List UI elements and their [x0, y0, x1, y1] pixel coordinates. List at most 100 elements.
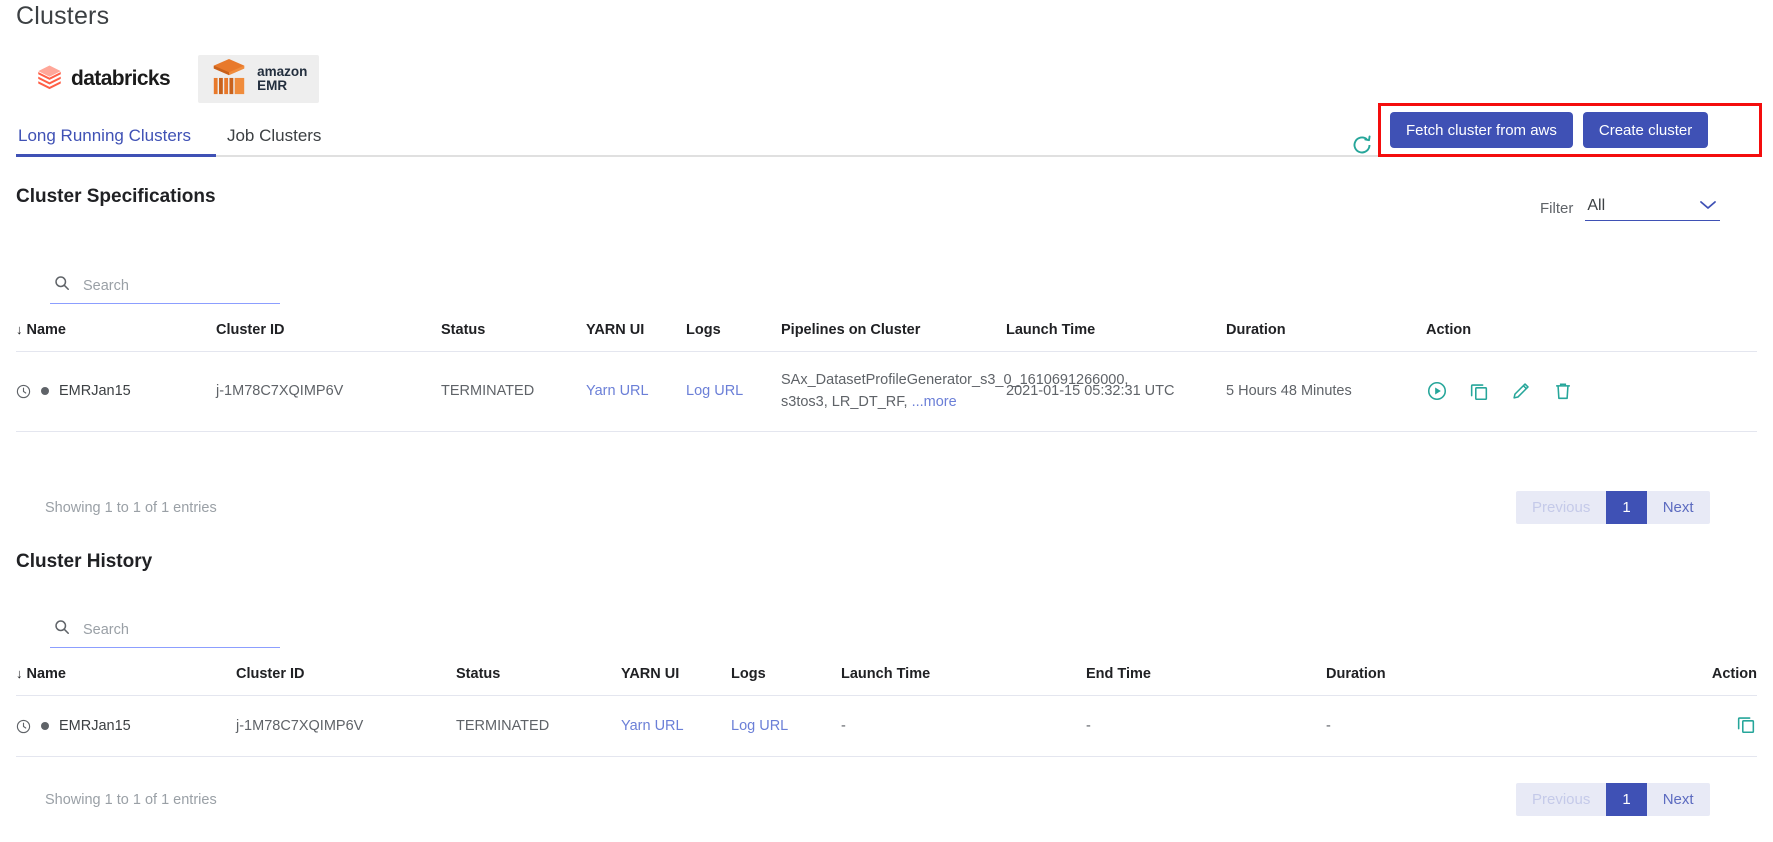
- filter-label: Filter: [1540, 199, 1574, 217]
- specifications-header-row: ↓ Name Cluster ID Status YARN UI Logs Pip…: [16, 322, 1757, 352]
- hcell-end-time: -: [1086, 718, 1091, 734]
- table-row: EMRJan15 j-1M78C7XQIMP6V TERMINATED Yarn…: [16, 696, 1757, 757]
- history-search[interactable]: [50, 616, 280, 648]
- hcol-logs[interactable]: Logs: [731, 666, 841, 696]
- col-action: Action: [1426, 322, 1472, 338]
- history-search-input[interactable]: [81, 620, 276, 639]
- hcol-cluster-id[interactable]: Cluster ID: [236, 666, 456, 696]
- tabs-divider: [16, 155, 1541, 157]
- hcell-launch-time: -: [841, 718, 846, 734]
- play-circle-icon[interactable]: [1426, 380, 1448, 402]
- pagination-page-1[interactable]: 1: [1606, 783, 1647, 816]
- hcol-yarn-ui[interactable]: YARN UI: [621, 666, 731, 696]
- copy-icon[interactable]: [1735, 713, 1757, 735]
- sort-desc-icon: ↓: [16, 322, 23, 337]
- pagination-next[interactable]: Next: [1647, 783, 1710, 816]
- page-title: Clusters: [16, 2, 110, 30]
- hcell-name: EMRJan15: [16, 696, 236, 757]
- expand-row-icon[interactable]: [16, 719, 31, 734]
- status-dot: [41, 387, 49, 396]
- amazon-emr-label-bottom: EMR: [257, 78, 288, 93]
- filter-control: Filter All: [1540, 195, 1721, 221]
- cell-logs: Log URL: [686, 352, 781, 432]
- cluster-history-title: Cluster History: [16, 551, 153, 572]
- hcell-actions: [1566, 696, 1757, 757]
- cluster-name: EMRJan15: [59, 383, 131, 400]
- hcol-status[interactable]: Status: [456, 666, 621, 696]
- specifications-search[interactable]: [50, 272, 280, 304]
- col-pipelines-on-cluster[interactable]: Pipelines on Cluster: [781, 322, 1006, 352]
- fetch-cluster-from-aws-button[interactable]: Fetch cluster from aws: [1390, 112, 1573, 148]
- expand-row-icon[interactable]: [16, 384, 31, 399]
- col-name[interactable]: ↓ Name: [16, 322, 216, 352]
- yarn-url-link[interactable]: Yarn URL: [586, 383, 649, 399]
- hcell-status: TERMINATED: [456, 718, 550, 734]
- specifications-search-input[interactable]: [81, 276, 276, 295]
- edit-pencil-icon[interactable]: [1510, 380, 1532, 402]
- search-icon: [54, 275, 70, 296]
- cell-launch-time: 2021-01-15 05:32:31 UTC: [1006, 383, 1175, 400]
- cluster-actions-highlight: Fetch cluster from aws Create cluster: [1378, 103, 1762, 157]
- status-dot: [41, 722, 49, 730]
- cell-duration: 5 Hours 48 Minutes: [1226, 383, 1352, 400]
- pagination-next[interactable]: Next: [1647, 491, 1710, 524]
- cell-actions: [1426, 352, 1757, 432]
- table-row: EMRJan15 j-1M78C7XQIMP6V TERMINATED Yarn…: [16, 352, 1757, 432]
- chevron-down-icon: [1698, 199, 1718, 214]
- pipelines-more-link[interactable]: ...more: [912, 394, 957, 410]
- provider-selector: databricks amazon EMR: [24, 55, 320, 103]
- hcol-name[interactable]: ↓ Name: [16, 666, 236, 696]
- yarn-url-link[interactable]: Yarn URL: [621, 718, 684, 734]
- amazon-emr-logo-icon: [210, 57, 248, 102]
- refresh-icon[interactable]: [1349, 132, 1375, 158]
- col-status[interactable]: Status: [441, 322, 586, 352]
- tab-active-indicator: [16, 154, 216, 157]
- filter-select[interactable]: All: [1585, 195, 1721, 221]
- hcol-duration[interactable]: Duration: [1326, 666, 1566, 696]
- col-yarn-ui[interactable]: YARN UI: [586, 322, 686, 352]
- pagination-page-1[interactable]: 1: [1606, 491, 1647, 524]
- history-entries-text: Showing 1 to 1 of 1 entries: [45, 792, 217, 808]
- col-launch-time[interactable]: Launch Time: [1006, 322, 1226, 352]
- hcol-action: Action: [1711, 666, 1757, 682]
- cell-status: TERMINATED: [441, 383, 535, 400]
- cell-pipelines: SAx_DatasetProfileGenerator_s3_0_1610691…: [781, 352, 1128, 432]
- cluster-specifications-title: Cluster Specifications: [16, 186, 216, 207]
- hcol-end-time[interactable]: End Time: [1086, 666, 1326, 696]
- col-logs[interactable]: Logs: [686, 322, 781, 352]
- cluster-specifications-table: ↓ Name Cluster ID Status YARN UI Logs Pip…: [16, 322, 1757, 432]
- hcell-logs: Log URL: [731, 696, 841, 757]
- pagination-previous[interactable]: Previous: [1516, 491, 1606, 524]
- cell-yarn-ui: Yarn URL: [586, 352, 686, 432]
- hcell-cluster-id: j-1M78C7XQIMP6V: [236, 718, 364, 734]
- clusters-page: Clusters databricks amazon EMR Long Runn…: [0, 0, 1773, 842]
- hcol-launch-time[interactable]: Launch Time: [841, 666, 1086, 696]
- provider-amazon-emr[interactable]: amazon EMR: [198, 55, 320, 103]
- specifications-pagination: Previous 1 Next: [1516, 491, 1710, 524]
- hcell-yarn-ui: Yarn URL: [621, 696, 731, 757]
- sort-desc-icon: ↓: [16, 666, 23, 681]
- log-url-link[interactable]: Log URL: [731, 718, 788, 734]
- log-url-link[interactable]: Log URL: [686, 383, 743, 399]
- tab-long-running-clusters[interactable]: Long Running Clusters: [0, 120, 209, 157]
- cluster-history-table: ↓ Name Cluster ID Status YARN UI Logs Lau…: [16, 666, 1757, 757]
- cell-name: EMRJan15: [16, 352, 216, 432]
- specifications-entries-text: Showing 1 to 1 of 1 entries: [45, 500, 217, 516]
- trash-icon[interactable]: [1552, 380, 1574, 402]
- history-header-row: ↓ Name Cluster ID Status YARN UI Logs Lau…: [16, 666, 1757, 696]
- pagination-previous[interactable]: Previous: [1516, 783, 1606, 816]
- cluster-name: EMRJan15: [59, 718, 131, 734]
- tab-job-clusters[interactable]: Job Clusters: [209, 120, 339, 157]
- hcell-duration: -: [1326, 718, 1331, 734]
- databricks-logo-icon: [36, 63, 63, 95]
- create-cluster-button[interactable]: Create cluster: [1582, 112, 1709, 148]
- filter-selected-value: All: [1587, 197, 1606, 214]
- col-duration[interactable]: Duration: [1226, 322, 1426, 352]
- databricks-label: databricks: [71, 67, 171, 90]
- cluster-tabs: Long Running Clusters Job Clusters: [0, 120, 1541, 157]
- history-pagination: Previous 1 Next: [1516, 783, 1710, 816]
- amazon-emr-label-top: amazon: [257, 63, 308, 79]
- copy-icon[interactable]: [1468, 380, 1490, 402]
- provider-databricks[interactable]: databricks: [24, 55, 182, 103]
- col-cluster-id[interactable]: Cluster ID: [216, 322, 441, 352]
